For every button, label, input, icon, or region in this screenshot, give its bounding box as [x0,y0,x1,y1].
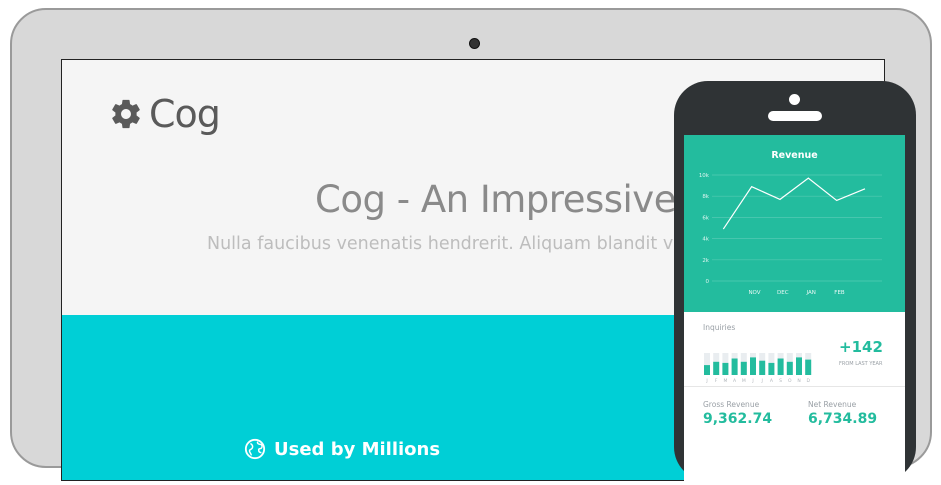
inquiries-bar [722,363,728,375]
inquiries-x-tick: M [742,378,746,384]
gross-revenue-label: Gross Revenue [703,400,759,409]
inquiries-panel: Inquiries JFMAMJJASOND +142 FROM LAST YE… [684,323,905,385]
inquiries-bar [741,362,747,375]
inquiries-sub: FROM LAST YEAR [839,361,882,367]
hero-subtitle: Nulla faucibus venenatis hendrerit. Aliq… [207,234,695,254]
revenue-y-tick: 8k [702,194,709,200]
inquiries-x-tick: D [806,378,810,384]
divider [684,386,905,387]
inquiries-x-tick: S [779,378,782,384]
cog-icon [109,97,143,131]
inquiries-bar [732,359,738,376]
inquiries-x-tick: J [705,378,707,384]
revenue-x-tick: JAN [805,290,815,296]
inquiries-x-tick: A [733,378,737,384]
laptop-camera [469,38,480,49]
inquiries-bar [796,357,802,375]
phone-camera [789,94,800,105]
inquiries-x-tick: M [723,378,727,384]
net-revenue-label: Net Revenue [808,400,856,409]
logo-text: Cog [149,92,220,136]
inquiries-chart: JFMAMJJASOND [698,337,838,387]
inquiries-bar [704,365,710,375]
inquiries-bar [759,361,765,375]
hero-title: Cog - An Impressive F [315,178,708,221]
gross-revenue-value: 9,362.74 [703,411,772,427]
revenue-y-tick: 6k [702,215,709,221]
phone-frame: Revenue 02k4k6k8k10kNOVDECJANFEB Inquiri… [674,81,916,481]
used-by-text: Used by Millions [274,439,440,460]
revenue-chart: 0 2k 4k 6k 8k 10k NOV DEC JAN FEB [684,135,905,312]
used-by-heading: Used by Millions [244,438,440,460]
globe-icon [244,438,266,460]
inquiries-bar [750,357,756,375]
inquiries-bar [713,362,719,375]
phone-screen: Revenue 02k4k6k8k10kNOVDECJANFEB Inquiri… [684,135,905,485]
inquiries-bar [778,359,784,376]
revenue-x-tick: FEB [834,290,845,296]
revenue-panel: Revenue 02k4k6k8k10kNOVDECJANFEB [684,135,905,312]
revenue-y-tick: 10k [699,173,710,179]
revenue-y-tick: 2k [702,258,709,264]
inquiries-value: +142 [839,338,883,356]
inquiries-x-tick: F [715,378,718,384]
inquiries-x-tick: O [788,378,792,384]
phone-speaker [768,111,822,121]
revenue-y-tick: 0 [706,279,710,285]
site-logo[interactable]: Cog [109,92,220,136]
inquiries-label: Inquiries [703,323,735,332]
revenue-x-tick: DEC [777,290,789,296]
inquiries-x-tick: J [761,378,763,384]
inquiries-bar [805,360,811,375]
inquiries-x-tick: A [770,378,774,384]
revenue-x-tick: NOV [748,290,760,296]
revenue-y-tick: 4k [702,237,709,243]
inquiries-x-tick: N [797,378,800,384]
net-revenue-value: 6,734.89 [808,411,877,427]
inquiries-bar [787,362,793,375]
inquiries-bar [768,363,774,375]
revenue-series-line [723,178,865,229]
inquiries-x-tick: J [751,378,753,384]
